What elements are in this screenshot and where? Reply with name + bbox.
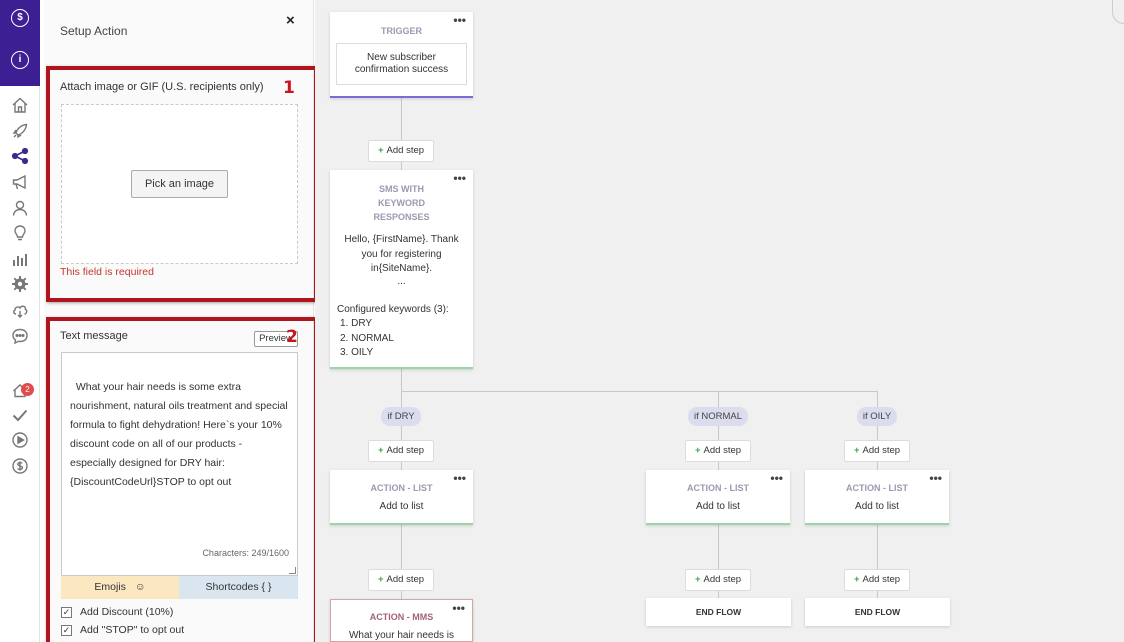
- more-menu-icon[interactable]: •••: [929, 472, 942, 484]
- add-step-label: Add step: [386, 145, 425, 156]
- add-step-button[interactable]: + Add step: [844, 440, 910, 462]
- add-step-button[interactable]: + Add step: [844, 569, 910, 591]
- gear-icon[interactable]: [11, 275, 29, 293]
- chat-icon[interactable]: [11, 327, 29, 345]
- connector: [401, 391, 878, 392]
- more-menu-icon[interactable]: •••: [453, 172, 466, 184]
- add-step-label: Add step: [386, 574, 425, 585]
- end-flow-card[interactable]: END FLOW: [646, 598, 791, 626]
- share-icon[interactable]: [11, 147, 29, 165]
- action-list-title: ACTION - LIST: [687, 483, 749, 493]
- add-step-button[interactable]: + Add step: [368, 140, 434, 162]
- action-list-body: Add to list: [379, 501, 424, 512]
- action-list-title: ACTION - LIST: [846, 483, 908, 493]
- lightbulb-icon[interactable]: [11, 224, 29, 242]
- action-list-title: ACTION - LIST: [370, 483, 433, 493]
- branch-dry[interactable]: if DRY: [381, 407, 421, 426]
- plus-icon: +: [694, 445, 701, 456]
- more-menu-icon[interactable]: •••: [770, 472, 783, 484]
- plus-icon: +: [377, 145, 384, 156]
- add-step-label: Add step: [386, 445, 425, 456]
- branch-oily[interactable]: if OILY: [857, 407, 897, 426]
- action-mms-body: What your hair needs is: [348, 630, 455, 641]
- action-list-body: Add to list: [696, 501, 740, 512]
- end-flow-card[interactable]: END FLOW: [805, 598, 950, 626]
- trigger-title: TRIGGER: [380, 26, 422, 36]
- branch-normal[interactable]: if NORMAL: [688, 407, 748, 426]
- highlight-box-1: [46, 66, 318, 302]
- rocket-icon[interactable]: [11, 122, 29, 140]
- keyword-item: 2. NORMAL: [340, 332, 394, 344]
- add-step-button[interactable]: + Add step: [368, 440, 434, 462]
- add-step-label: Add step: [703, 445, 742, 456]
- keywords-header: Configured keywords (3):: [337, 303, 449, 315]
- more-menu-icon[interactable]: •••: [453, 14, 466, 26]
- action-mms-title: ACTION - MMS: [369, 612, 434, 622]
- sms-card-title: SMS WITH KEYWORD RESPONSES: [373, 184, 430, 222]
- dollar-circle-icon[interactable]: [11, 457, 29, 475]
- play-circle-icon[interactable]: [11, 431, 29, 449]
- trigger-card[interactable]: ••• TRIGGER New subscriber confirmation …: [330, 12, 473, 98]
- info-circle-icon[interactable]: i: [11, 51, 29, 69]
- action-mms-card[interactable]: ••• ACTION - MMS What your hair needs is: [330, 599, 473, 642]
- dollar-circle-icon[interactable]: $: [11, 9, 29, 27]
- more-menu-icon[interactable]: •••: [452, 602, 465, 614]
- check-icon[interactable]: [11, 406, 29, 424]
- panel-title: Setup Action: [60, 24, 128, 38]
- more-menu-icon[interactable]: •••: [453, 472, 466, 484]
- add-step-button[interactable]: + Add step: [685, 440, 751, 462]
- megaphone-icon[interactable]: [11, 173, 29, 191]
- plus-icon: +: [853, 574, 860, 585]
- keywords-list: Configured keywords (3): 1. DRY 2. NORMA…: [337, 303, 473, 361]
- plus-icon: +: [377, 574, 384, 585]
- add-step-label: Add step: [703, 574, 742, 585]
- sidebar-top-band: $ i: [0, 0, 40, 86]
- sms-card-body: Hello, {FirstName}. Thank you for regist…: [344, 234, 459, 274]
- keyword-item: 1. DRY: [340, 318, 373, 329]
- add-step-label: Add step: [862, 574, 901, 585]
- action-list-card-normal[interactable]: ••• ACTION - LIST Add to list: [646, 470, 790, 525]
- action-list-card-oily[interactable]: ••• ACTION - LIST Add to list: [805, 470, 949, 525]
- sms-keyword-card[interactable]: ••• SMS WITH KEYWORD RESPONSES Hello, {F…: [330, 170, 473, 369]
- plus-icon: +: [694, 574, 701, 585]
- keyword-item: 3. OILY: [340, 347, 374, 358]
- sms-card-ellipsis: ...: [397, 275, 406, 287]
- bar-chart-icon[interactable]: [11, 250, 29, 268]
- user-icon[interactable]: [11, 199, 29, 217]
- action-list-body: Add to list: [855, 501, 899, 512]
- add-step-button[interactable]: + Add step: [685, 569, 751, 591]
- add-step-label: Add step: [862, 445, 901, 456]
- close-icon[interactable]: ×: [286, 12, 295, 29]
- highlight-box-2: [46, 317, 318, 642]
- plus-icon: +: [853, 445, 860, 456]
- plus-icon: +: [377, 445, 384, 456]
- notification-badge: 2: [21, 383, 34, 396]
- add-step-button[interactable]: + Add step: [368, 569, 434, 591]
- app-sidebar: $ i 2: [0, 0, 40, 642]
- home-icon[interactable]: [11, 96, 29, 114]
- trigger-event: New subscriber confirmation success: [336, 43, 467, 85]
- action-list-card-dry[interactable]: ••• ACTION - LIST Add to list: [330, 470, 473, 525]
- cloud-icon[interactable]: [11, 301, 29, 319]
